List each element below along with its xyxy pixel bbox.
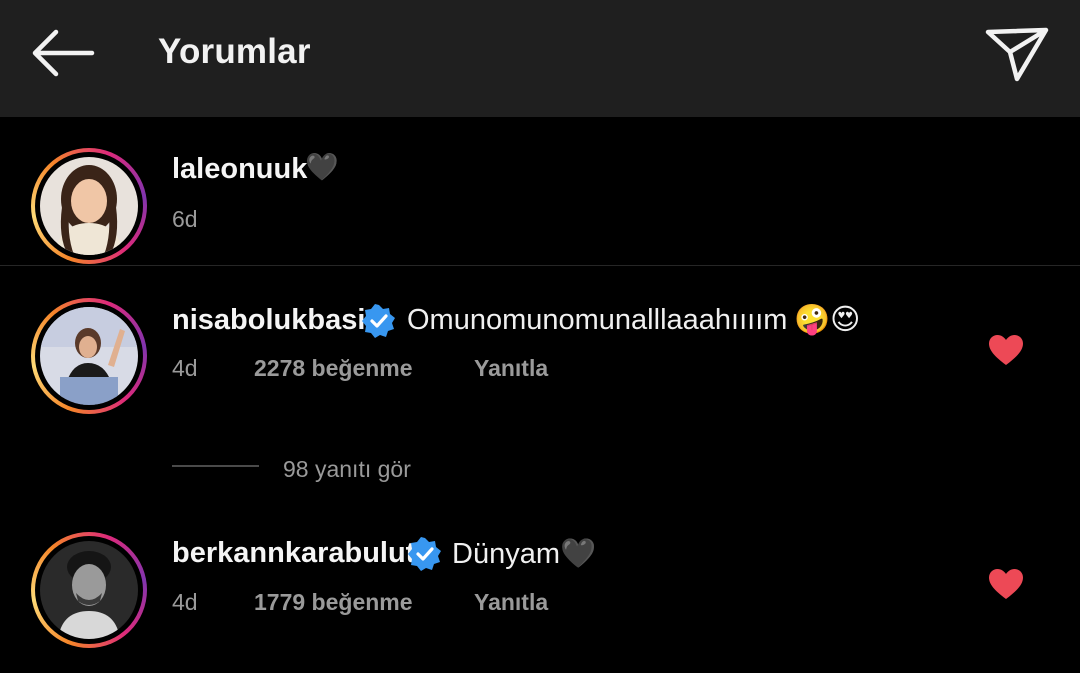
reply-button[interactable]: Yanıtla <box>474 589 548 616</box>
reply-line <box>172 465 259 467</box>
heart-icon[interactable] <box>988 568 1024 600</box>
comment-time: 4d <box>172 355 198 381</box>
comment-text: Omunomunomunalllaaahıııım <box>407 304 788 336</box>
reply-button[interactable]: Yanıtla <box>474 355 548 382</box>
heart-icon[interactable] <box>988 334 1024 366</box>
comments-screen: Yorumlar laleonuuk 🖤 6d nisabolukbasi Om… <box>0 0 1080 673</box>
verified-badge-icon <box>362 304 396 338</box>
caption-emoji: 🖤 <box>305 152 339 182</box>
caption-time: 6d <box>172 206 198 232</box>
avatar[interactable] <box>31 298 147 414</box>
comment-username[interactable]: nisabolukbasi <box>172 304 365 337</box>
paper-plane-icon[interactable] <box>984 24 1050 84</box>
likes-count[interactable]: 1779 beğenme <box>254 589 413 616</box>
verified-badge-icon <box>408 537 442 571</box>
view-replies-label[interactable]: 98 yanıtı gör <box>283 456 411 483</box>
top-bar: Yorumlar <box>0 0 1080 117</box>
avatar[interactable] <box>31 532 147 648</box>
back-arrow-icon[interactable] <box>30 28 96 78</box>
comment-username[interactable]: berkannkarabulut <box>172 537 415 570</box>
page-title: Yorumlar <box>158 32 311 71</box>
avatar[interactable] <box>31 148 147 264</box>
divider <box>0 265 1080 266</box>
caption-username[interactable]: laleonuuk <box>172 153 307 186</box>
comment-emoji: 🤪😍 <box>794 304 861 336</box>
comment-time: 4d <box>172 589 198 615</box>
comment-text: Dünyam🖤 <box>452 538 597 570</box>
likes-count[interactable]: 2278 beğenme <box>254 355 413 382</box>
